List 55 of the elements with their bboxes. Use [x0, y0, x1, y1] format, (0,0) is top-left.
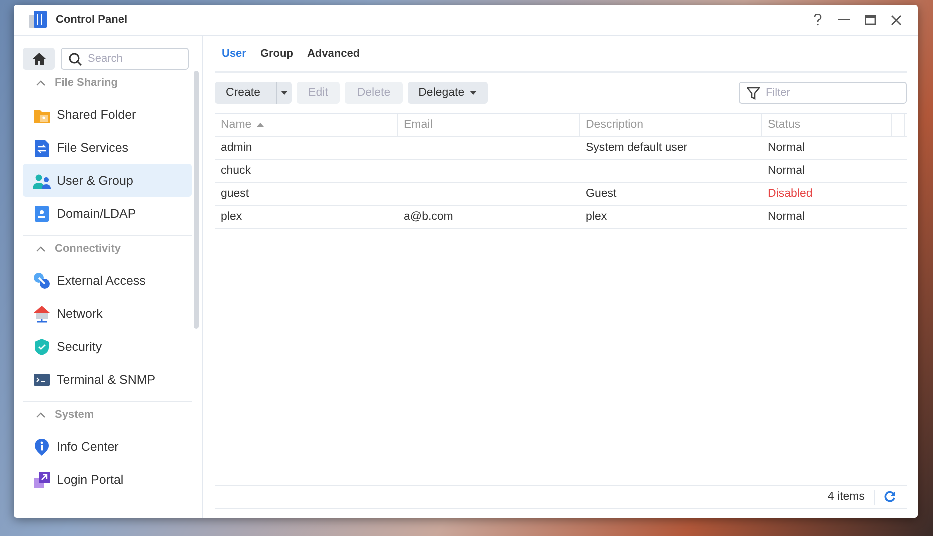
info-icon — [33, 438, 51, 456]
table-cell: Disabled — [768, 188, 813, 200]
search-field[interactable]: Search — [61, 48, 189, 70]
filter-icon — [747, 87, 760, 100]
sidebar-item[interactable]: Shared Folder — [23, 98, 192, 131]
sidebar-item[interactable]: External Access — [23, 264, 192, 297]
sidebar-item[interactable]: Login Portal — [23, 463, 192, 496]
table-cell: admin — [221, 142, 252, 154]
dropdown-button[interactable]: Delegate — [408, 82, 488, 104]
split-button[interactable]: Create — [215, 82, 292, 104]
shield-check-icon — [33, 338, 51, 356]
table-cell: plex — [586, 211, 608, 223]
sidebar-item[interactable]: File Services — [23, 131, 192, 164]
sort-arrow-icon — [256, 123, 264, 127]
home-button[interactable] — [23, 48, 55, 70]
chevron-icon — [36, 246, 46, 252]
table-cell: chuck — [221, 165, 252, 177]
minimize-icon[interactable] — [838, 19, 850, 21]
table-cell: guest — [221, 188, 250, 200]
table-cell: Normal — [768, 211, 806, 223]
sidebar-item[interactable]: Network — [23, 297, 192, 330]
table-cell: plex — [221, 211, 242, 223]
table-cell: a@b.com — [404, 211, 454, 223]
sidebar-item[interactable]: User & Group — [23, 164, 192, 197]
home-icon — [32, 53, 46, 65]
chevron-icon — [36, 80, 46, 86]
sidebar-item[interactable]: Domain/LDAP — [23, 197, 192, 230]
tab[interactable]: User — [215, 36, 254, 71]
house-network-icon — [33, 304, 51, 322]
tab[interactable]: Group — [253, 36, 300, 71]
caret-icon — [470, 91, 477, 95]
caret-icon — [280, 91, 288, 95]
portal-arrow-icon — [33, 470, 51, 488]
window-title: Control Panel — [56, 14, 128, 26]
close-icon[interactable] — [891, 14, 902, 26]
sidebar-item[interactable]: Security — [23, 330, 192, 363]
filter-field[interactable]: Filter — [739, 82, 907, 104]
sidebar-item[interactable]: Terminal & SNMP — [23, 363, 192, 396]
file-arrows-icon — [33, 138, 51, 156]
id-card-icon — [33, 204, 51, 222]
scrollbar[interactable] — [194, 71, 199, 329]
table-cell: Guest — [586, 188, 617, 200]
sidebar-item[interactable]: Info Center — [23, 430, 192, 463]
item-count: 4 items — [828, 491, 865, 503]
maximize-icon[interactable] — [865, 15, 876, 25]
app-icon — [28, 10, 48, 30]
table-cell: System default user — [586, 142, 688, 154]
help-icon[interactable] — [813, 14, 823, 26]
refresh-icon[interactable] — [884, 491, 896, 503]
table-cell: Normal — [768, 142, 806, 154]
chevron-icon — [36, 412, 46, 418]
link-circles-icon — [33, 272, 51, 290]
tab[interactable]: Advanced — [300, 36, 368, 71]
table-cell: Normal — [768, 165, 806, 177]
search-icon — [69, 53, 82, 66]
